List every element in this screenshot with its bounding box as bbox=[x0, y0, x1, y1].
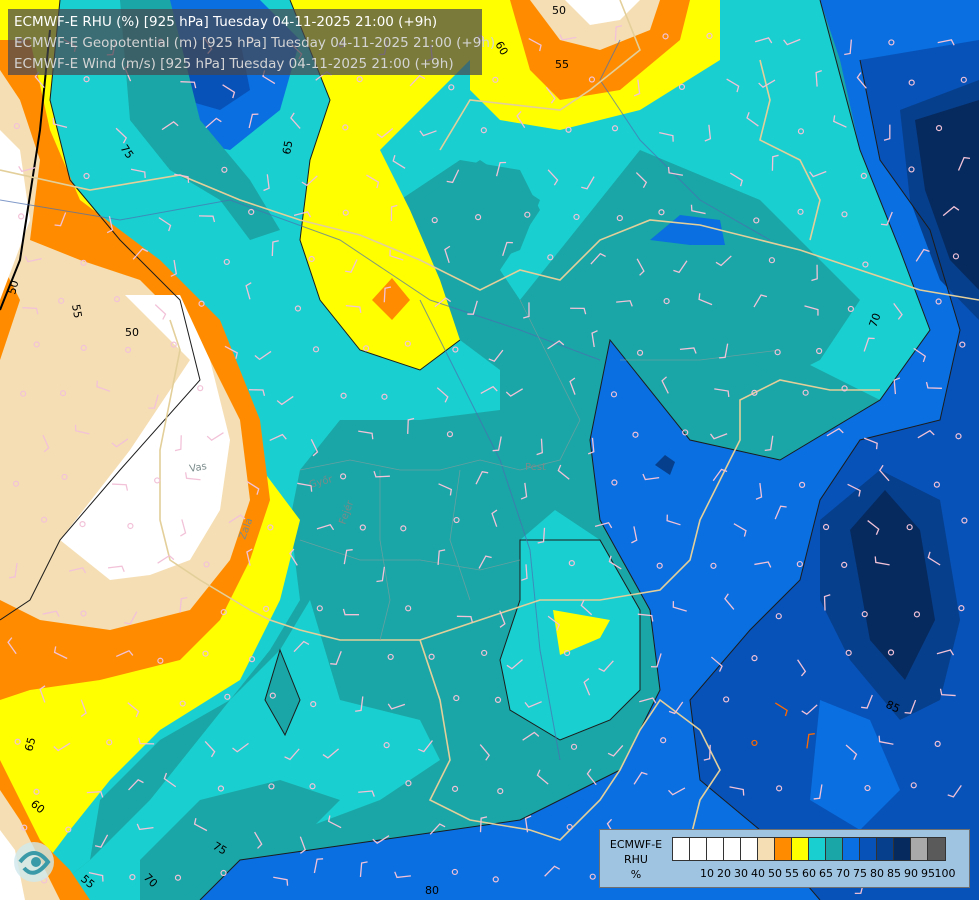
header-line-rhu: ECMWF-E RHU (%) [925 hPa] Tuesday 04-11-… bbox=[14, 14, 438, 30]
contour-label: 50 bbox=[552, 4, 566, 17]
legend-swatch bbox=[809, 838, 826, 860]
contour-label: 55 bbox=[69, 303, 84, 319]
legend-swatch bbox=[775, 838, 792, 860]
legend-label: 20 bbox=[717, 867, 731, 880]
legend-title-model: ECMWF-E bbox=[609, 838, 663, 851]
legend-swatch bbox=[928, 838, 945, 860]
legend-swatch bbox=[894, 838, 911, 860]
legend-swatch bbox=[707, 838, 724, 860]
legend-swatch bbox=[758, 838, 775, 860]
legend-label: 40 bbox=[751, 867, 765, 880]
header-line-geopotential: ECMWF-E Geopotential (m) [925 hPa] Tuesd… bbox=[14, 35, 496, 51]
contour-label: 65 bbox=[280, 139, 295, 155]
legend-label: 60 bbox=[802, 867, 816, 880]
legend-label: 100 bbox=[934, 867, 956, 880]
legend-label: 75 bbox=[853, 867, 867, 880]
ecmwf-logo-icon bbox=[14, 842, 54, 882]
legend-swatch bbox=[724, 838, 741, 860]
legend-label: 10 bbox=[700, 867, 714, 880]
map-header: ECMWF-E RHU (%) [925 hPa] Tuesday 04-11-… bbox=[8, 9, 496, 75]
legend-swatch bbox=[690, 838, 707, 860]
header-line-wind: ECMWF-E Wind (m/s) [925 hPa] Tuesday 04-… bbox=[14, 56, 454, 72]
legend-swatch bbox=[843, 838, 860, 860]
legend-swatch bbox=[877, 838, 894, 860]
contour-label: 80 bbox=[425, 884, 439, 897]
legend-swatch bbox=[911, 838, 928, 860]
legend-title-unit: % bbox=[630, 868, 642, 881]
legend-label: 70 bbox=[836, 867, 850, 880]
legend-label: 90 bbox=[904, 867, 918, 880]
legend-title-variable: RHU bbox=[624, 853, 648, 866]
legend-swatch bbox=[741, 838, 758, 860]
legend-label: 95 bbox=[921, 867, 935, 880]
legend-swatch bbox=[826, 838, 843, 860]
legend-swatch bbox=[673, 838, 690, 860]
legend-label: 80 bbox=[870, 867, 884, 880]
contour-label: 55 bbox=[555, 58, 569, 71]
legend-label: 30 bbox=[734, 867, 748, 880]
weather-map: 50 60 55 65 75 50 55 70 65 60 75 70 55 8… bbox=[0, 0, 979, 900]
legend-label: 55 bbox=[785, 867, 799, 880]
legend-label: 85 bbox=[887, 867, 901, 880]
contour-label: 50 bbox=[125, 326, 139, 339]
legend-label: 65 bbox=[819, 867, 833, 880]
place-label: Pest bbox=[525, 462, 546, 473]
legend-title: ECMWF-E RHU % bbox=[604, 837, 668, 882]
legend-label: 50 bbox=[768, 867, 782, 880]
rhu-legend: ECMWF-E RHU % 10 20 30 40 50 55 60 65 70 75 80 85 90… bbox=[599, 829, 970, 888]
legend-swatch bbox=[860, 838, 877, 860]
legend-swatch bbox=[792, 838, 809, 860]
legend-swatches bbox=[672, 837, 946, 861]
